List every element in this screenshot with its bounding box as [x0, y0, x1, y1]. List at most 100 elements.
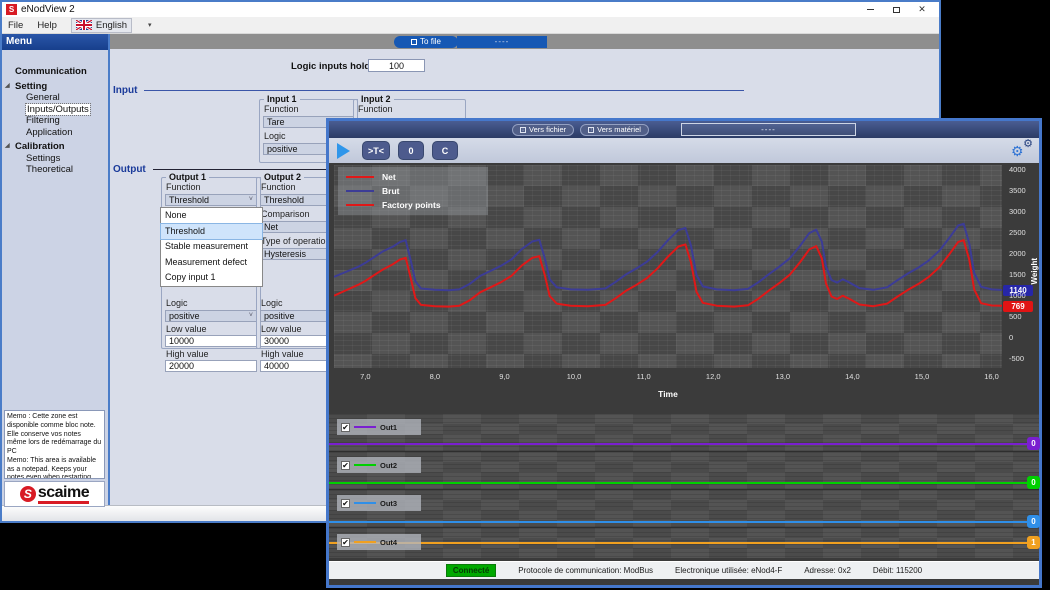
- x-tick-label: 9,0: [491, 372, 517, 381]
- uk-flag-icon: [76, 20, 92, 30]
- out2-legend-chip: ✔ Out2: [337, 457, 421, 473]
- checkbox-checked[interactable]: ✔: [341, 461, 350, 470]
- checkbox-checked[interactable]: ✔: [341, 499, 350, 508]
- dropdown-option-none[interactable]: None: [161, 208, 262, 224]
- address-status: Adresse: 0x2: [804, 566, 851, 575]
- expander-icon[interactable]: ◢: [5, 81, 10, 93]
- output2-caption: Output 2: [261, 172, 304, 182]
- output1-low-input[interactable]: 10000: [165, 335, 257, 347]
- scaime-logo-icon: S: [20, 486, 36, 502]
- output1-function-select[interactable]: Threshold˅: [165, 194, 257, 206]
- sidebar-nav: Communication ◢Setting General Inputs/Ou…: [2, 66, 108, 176]
- chart-plot-area[interactable]: Net Brut Factory points: [334, 165, 1002, 368]
- output2-logic-label: Logic: [261, 298, 283, 309]
- memo-notepad[interactable]: Memo : Cette zone est disponible comme b…: [4, 410, 105, 479]
- sidebar-item-inputs-outputs[interactable]: Inputs/Outputs: [2, 104, 108, 116]
- maximize-button[interactable]: [883, 3, 909, 16]
- scaime-logo: S scaime: [4, 481, 105, 507]
- close-button[interactable]: ✕: [909, 3, 935, 16]
- tare-button[interactable]: >T<: [362, 141, 390, 160]
- y-tick-label: -500: [1009, 355, 1024, 363]
- out-swatch: [354, 502, 376, 504]
- out-swatch: [354, 464, 376, 466]
- dropdown-option-threshold[interactable]: Threshold: [161, 224, 262, 240]
- dropdown-option-copy-input-1[interactable]: Copy input 1: [161, 270, 262, 286]
- x-tick-label: 10,0: [561, 372, 587, 381]
- dropdown-option-stable-measurement[interactable]: Stable measurement: [161, 239, 262, 255]
- y-tick-label: 4000: [1009, 166, 1026, 174]
- save-icon: [411, 39, 417, 45]
- zero-button[interactable]: 0: [398, 141, 424, 160]
- fg-toolbar: >T< 0 C ⚙ ⚙: [329, 138, 1039, 163]
- sidebar-item-application[interactable]: Application: [2, 127, 108, 139]
- out1-legend-chip: ✔ Out1: [337, 419, 421, 435]
- out4-legend-chip: ✔ Out4: [337, 534, 421, 550]
- sidebar: Menu Communication ◢Setting General Inpu…: [2, 34, 108, 505]
- input1-caption: Input 1: [264, 94, 300, 104]
- out-value-badge: 0: [1027, 476, 1040, 489]
- sidebar-item-settings[interactable]: Settings: [2, 153, 108, 165]
- output2-high-label: High value: [261, 349, 304, 360]
- to-file-button[interactable]: To file: [394, 36, 458, 48]
- menu-help[interactable]: Help: [37, 20, 57, 31]
- sidebar-item-theoretical[interactable]: Theoretical: [2, 164, 108, 176]
- output1-logic-select[interactable]: positive˅: [165, 310, 257, 322]
- play-button[interactable]: [337, 143, 350, 159]
- bg-titlebar[interactable]: S eNodView 2 ✕: [2, 2, 939, 17]
- out-value-badge: 0: [1027, 515, 1040, 528]
- out-line: [329, 521, 1039, 523]
- x-tick-label: 12,0: [700, 372, 726, 381]
- sidebar-item-setting[interactable]: ◢Setting: [2, 81, 108, 93]
- x-tick-label: 8,0: [422, 372, 448, 381]
- x-tick-label: 7,0: [352, 372, 378, 381]
- output1-low-label: Low value: [166, 324, 207, 335]
- minimize-icon: [867, 9, 874, 10]
- language-dropdown-arrow[interactable]: ▾: [146, 21, 154, 29]
- gear-icon: ⚙: [1011, 143, 1024, 160]
- y-tick-label: 3500: [1009, 187, 1026, 195]
- app-icon: S: [6, 4, 17, 15]
- expander-icon[interactable]: ◢: [5, 141, 10, 153]
- out-value-badge: 1: [1027, 536, 1040, 549]
- window-title: eNodView 2: [21, 4, 857, 15]
- settings-button[interactable]: ⚙ ⚙: [1011, 139, 1033, 161]
- fg-titlebar[interactable]: ↓ Vers fichier ↑ Vers matériel ----: [329, 121, 1039, 138]
- sidebar-item-general[interactable]: General: [2, 92, 108, 104]
- scaime-logo-text: scaime: [38, 485, 89, 504]
- legend-swatch: [346, 190, 374, 192]
- chevron-down-icon: ˅: [249, 195, 253, 205]
- hold-time-input[interactable]: 100: [368, 59, 425, 72]
- output1-high-label: High value: [166, 349, 209, 360]
- chart-legend: Net Brut Factory points: [338, 167, 488, 215]
- checkbox-checked[interactable]: ✔: [341, 538, 350, 547]
- output1-function-label: Function: [166, 182, 201, 193]
- sidebar-item-filtering[interactable]: Filtering: [2, 115, 108, 127]
- sidebar-item-calibration[interactable]: ◢Calibration: [2, 141, 108, 153]
- out3-legend-chip: ✔ Out3: [337, 495, 421, 511]
- legend-item-factory-points: Factory points: [346, 200, 480, 210]
- out-line: [329, 482, 1039, 484]
- x-tick-label: 13,0: [770, 372, 796, 381]
- menu-file[interactable]: File: [8, 20, 23, 31]
- y-tick-label: 2500: [1009, 229, 1026, 237]
- language-selector[interactable]: English: [71, 18, 132, 33]
- y-tick-label: 2000: [1009, 250, 1026, 258]
- to-hardware-button[interactable]: ↑ Vers matériel: [580, 124, 649, 136]
- output2-comparison-label: Comparison: [261, 209, 310, 220]
- sidebar-menu-header: Menu: [2, 34, 108, 50]
- x-tick-label: 16,0: [979, 372, 1005, 381]
- minimize-button[interactable]: [857, 3, 883, 16]
- out-swatch: [354, 426, 376, 428]
- to-file-button-fr[interactable]: ↓ Vers fichier: [512, 124, 574, 136]
- input1-function-label: Function: [264, 104, 299, 115]
- checkbox-checked[interactable]: ✔: [341, 423, 350, 432]
- output1-high-input[interactable]: 20000: [165, 360, 257, 372]
- menubar: File Help English ▾: [2, 17, 939, 34]
- output2-low-label: Low value: [261, 324, 302, 335]
- x-tick-label: 11,0: [631, 372, 657, 381]
- sidebar-item-communication[interactable]: Communication: [2, 66, 108, 78]
- clear-button[interactable]: C: [432, 141, 458, 160]
- out-line: [329, 542, 1039, 544]
- dropdown-option-measurement-defect[interactable]: Measurement defect: [161, 255, 262, 271]
- out-line: [329, 443, 1039, 445]
